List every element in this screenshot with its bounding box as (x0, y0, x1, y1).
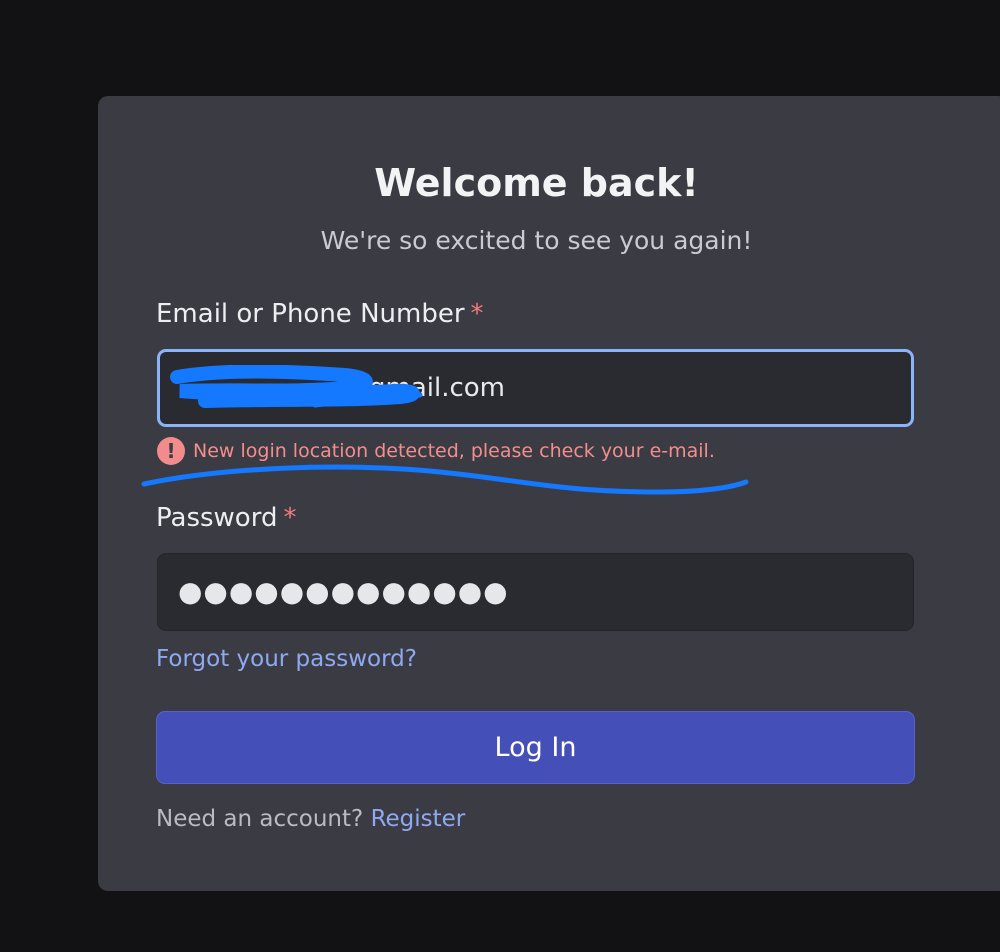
page-subtitle: We're so excited to see you again! (320, 226, 753, 255)
page-title: Welcome back! (374, 161, 699, 205)
password-field-value: ●●●●●●●●●●●●● (178, 575, 509, 608)
password-label: Password * (156, 502, 296, 534)
register-row: Need an account? Register (156, 803, 465, 835)
redaction-scribble (170, 365, 423, 408)
password-label-text: Password (156, 503, 278, 533)
forgot-password-link[interactable]: Forgot your password? (156, 643, 417, 675)
password-field[interactable]: ●●●●●●●●●●●●● (157, 553, 914, 631)
required-asterisk: * (470, 299, 484, 329)
error-icon: ! (157, 437, 185, 465)
login-button[interactable]: Log In (156, 711, 915, 784)
required-asterisk: * (283, 503, 297, 533)
email-label: Email or Phone Number * (156, 298, 484, 330)
page: Welcome back! We're so excited to see yo… (0, 0, 1000, 952)
email-label-text: Email or Phone Number (156, 299, 465, 329)
underline-scribble (141, 464, 749, 495)
register-link[interactable]: Register (371, 806, 466, 832)
error-message-text: New login location detected, please chec… (193, 440, 715, 462)
need-account-text: Need an account? (156, 806, 364, 832)
